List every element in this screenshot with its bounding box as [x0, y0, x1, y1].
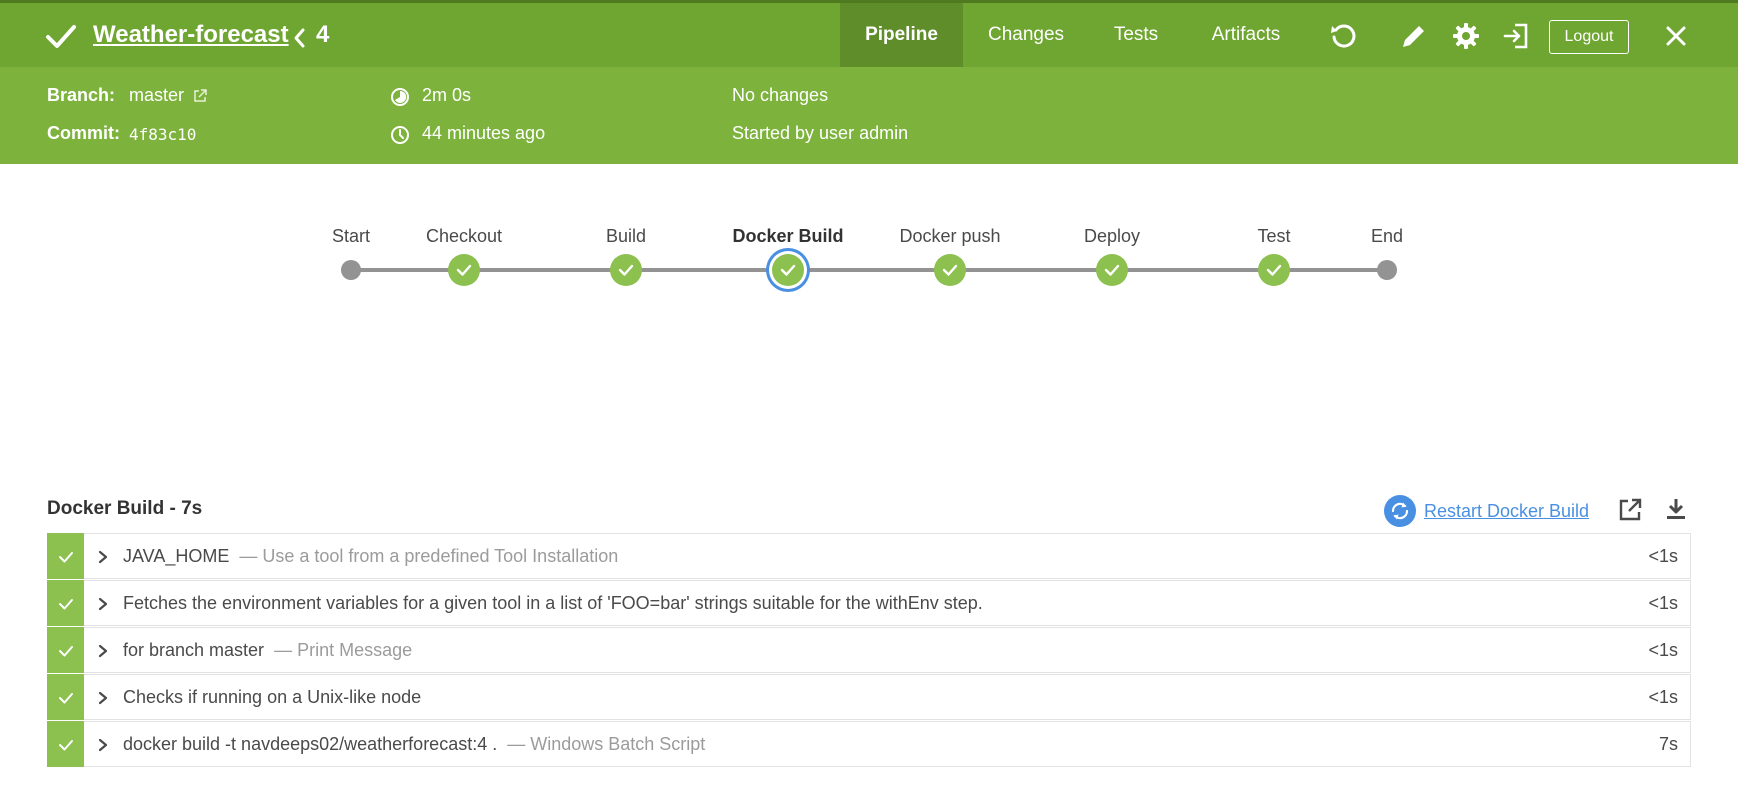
run-summary: Branch: master Commit: 4f83c10 2m 0s 44 …: [0, 67, 1738, 164]
stage-node-docker-push[interactable]: [934, 254, 966, 286]
chevron-right-icon[interactable]: [97, 644, 109, 658]
replay-icon[interactable]: [1328, 21, 1358, 51]
stage-label-test[interactable]: Test: [1257, 226, 1290, 247]
run-time-ago: 44 minutes ago: [422, 123, 546, 143]
step-status-success: [47, 580, 84, 626]
branch-label: Branch:: [47, 85, 116, 105]
steps-title: Docker Build - 7s: [47, 498, 203, 519]
stage-label-start: Start: [331, 226, 371, 246]
step-duration: <1s: [1648, 546, 1678, 566]
started-by-text: Started by user admin: [732, 123, 909, 143]
duration-icon: [391, 88, 409, 106]
step-row[interactable]: docker build -t navdeeps02/weatherforeca…: [47, 721, 1691, 767]
check-icon: [59, 552, 73, 563]
tab-artifacts[interactable]: Artifacts: [1198, 3, 1294, 67]
run-number: 4: [316, 21, 330, 48]
check-icon: [59, 740, 73, 751]
check-icon: [780, 264, 796, 276]
stage-node-build[interactable]: [610, 254, 642, 286]
stage-node-test[interactable]: [1258, 254, 1290, 286]
step-name: docker build -t navdeeps02/weatherforeca…: [123, 734, 705, 755]
step-status-success: [47, 533, 84, 579]
exit-icon[interactable]: [1501, 21, 1531, 51]
pipeline-title-link[interactable]: Weather-forecast: [93, 21, 289, 49]
top-bar: Weather-forecast 4 Pipeline Changes Test…: [0, 0, 1738, 67]
step-duration: <1s: [1648, 687, 1678, 707]
restart-icon: [1384, 495, 1416, 527]
step-name: for branch master — Print Message: [123, 640, 412, 661]
check-icon: [59, 646, 73, 657]
pipeline-rail: [351, 268, 1387, 272]
pipeline-graph: Start Checkout Build Docker Build Docker…: [0, 164, 1738, 464]
step-row[interactable]: Fetches the environment variables for a …: [47, 580, 1691, 626]
stage-label-deploy[interactable]: Deploy: [1084, 226, 1140, 247]
step-name: Checks if running on a Unix-like node: [123, 687, 431, 708]
step-name: Fetches the environment variables for a …: [123, 593, 993, 614]
chevron-right-icon[interactable]: [97, 738, 109, 752]
check-icon: [456, 264, 472, 276]
download-icon[interactable]: [1662, 495, 1690, 523]
step-description: — Windows Batch Script: [507, 734, 706, 754]
gear-icon[interactable]: [1451, 21, 1481, 51]
restart-stage-button[interactable]: Restart Docker Build: [1384, 494, 1589, 528]
stage-label-docker-build[interactable]: Docker Build: [732, 226, 843, 247]
stage-node-docker-build[interactable]: [772, 254, 804, 286]
step-row[interactable]: Checks if running on a Unix-like node <1…: [47, 674, 1691, 720]
external-link-icon[interactable]: [192, 88, 208, 104]
step-row[interactable]: for branch master — Print Message <1s: [47, 627, 1691, 673]
step-description: — Use a tool from a predefined Tool Inst…: [239, 546, 619, 566]
stage-node-checkout[interactable]: [448, 254, 480, 286]
commit-value: 4f83c10: [129, 125, 197, 144]
branch-value[interactable]: master: [129, 85, 184, 106]
close-icon[interactable]: [1661, 21, 1691, 51]
step-title: docker build -t navdeeps02/weatherforeca…: [123, 734, 498, 754]
step-row[interactable]: JAVA_HOME — Use a tool from a predefined …: [47, 533, 1691, 579]
tab-pipeline[interactable]: Pipeline: [840, 3, 963, 67]
chevron-right-icon[interactable]: [97, 597, 109, 611]
commit-label: Commit:: [47, 123, 120, 143]
step-duration: <1s: [1648, 593, 1678, 613]
chevron-left-icon[interactable]: [292, 27, 306, 49]
check-icon: [1104, 264, 1120, 276]
step-status-success: [47, 721, 84, 767]
edit-icon[interactable]: [1399, 21, 1429, 51]
tab-changes[interactable]: Changes: [978, 3, 1074, 67]
step-title: Fetches the environment variables for a …: [123, 593, 983, 613]
restart-stage-label[interactable]: Restart Docker Build: [1424, 501, 1589, 522]
logout-button[interactable]: Logout: [1549, 20, 1629, 54]
tab-tests[interactable]: Tests: [1104, 3, 1168, 67]
chevron-right-icon[interactable]: [97, 691, 109, 705]
step-description: — Print Message: [274, 640, 413, 660]
stage-label-build[interactable]: Build: [606, 226, 646, 247]
check-icon: [618, 264, 634, 276]
open-in-new-icon[interactable]: [1616, 496, 1644, 524]
end-node: [1377, 260, 1397, 280]
check-icon: [59, 693, 73, 704]
stage-node-deploy[interactable]: [1096, 254, 1128, 286]
start-node: [341, 260, 361, 280]
step-status-success: [47, 674, 84, 720]
clock-icon: [391, 126, 409, 144]
step-duration: <1s: [1648, 640, 1678, 660]
step-status-success: [47, 627, 84, 673]
step-title: for branch master: [123, 640, 265, 660]
changes-text: No changes: [732, 85, 829, 105]
run-duration: 2m 0s: [422, 85, 472, 105]
stage-label-checkout[interactable]: Checkout: [426, 226, 502, 247]
check-icon: [942, 264, 958, 276]
step-duration: 7s: [1658, 734, 1678, 754]
chevron-right-icon[interactable]: [97, 550, 109, 564]
step-title: Checks if running on a Unix-like node: [123, 687, 422, 707]
check-icon: [59, 599, 73, 610]
check-icon: [1266, 264, 1282, 276]
status-check-icon: [46, 25, 76, 48]
stage-label-end: End: [1370, 226, 1404, 246]
step-title: JAVA_HOME: [123, 546, 230, 566]
step-name: JAVA_HOME — Use a tool from a predefined …: [123, 546, 618, 567]
stage-label-docker-push[interactable]: Docker push: [899, 226, 1000, 247]
